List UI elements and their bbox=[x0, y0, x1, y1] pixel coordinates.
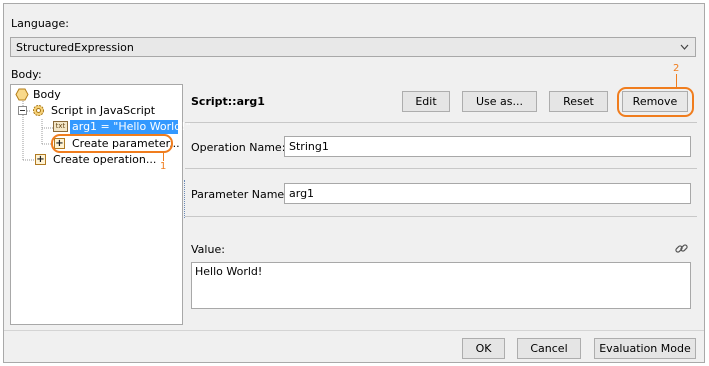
details-separator bbox=[185, 216, 697, 217]
value-text: Hello World! bbox=[195, 265, 263, 278]
tree-item-body[interactable]: Body bbox=[33, 88, 61, 101]
parameter-name-field[interactable]: arg1 bbox=[284, 183, 691, 204]
callout-1-leader bbox=[163, 153, 164, 161]
edit-button[interactable]: Edit bbox=[402, 91, 450, 112]
body-tree[interactable]: Body Script in JavaScript txt arg1 = "He… bbox=[10, 84, 191, 325]
splitter-handle[interactable] bbox=[184, 180, 185, 218]
tree-item-script[interactable]: Script in JavaScript bbox=[51, 104, 155, 117]
language-value: StructuredExpression bbox=[16, 41, 134, 54]
use-as-button[interactable]: Use as... bbox=[462, 91, 537, 112]
callout-1-number: 1 bbox=[160, 161, 167, 172]
callout-1-highlight bbox=[51, 134, 173, 153]
text-badge-icon: txt bbox=[53, 121, 68, 132]
details-title: Script::arg1 bbox=[191, 95, 265, 108]
cancel-button[interactable]: Cancel bbox=[517, 338, 581, 359]
tree-item-create-operation[interactable]: Create operation... bbox=[53, 153, 156, 166]
operation-name-label: Operation Name: bbox=[191, 141, 286, 154]
collapse-toggle[interactable] bbox=[18, 106, 27, 115]
operation-name-value: String1 bbox=[289, 140, 329, 153]
details-separator bbox=[185, 122, 697, 123]
add-icon: + bbox=[35, 154, 46, 165]
body-node-icon bbox=[15, 88, 29, 101]
evaluation-mode-button[interactable]: Evaluation Mode bbox=[594, 338, 696, 359]
value-label: Value: bbox=[191, 243, 225, 256]
footer-separator bbox=[4, 330, 704, 331]
language-select[interactable]: StructuredExpression bbox=[10, 37, 696, 57]
body-label: Body: bbox=[11, 68, 42, 81]
link-icon[interactable] bbox=[674, 241, 689, 256]
parameter-name-label: Parameter Name: bbox=[191, 188, 288, 201]
language-label: Language: bbox=[11, 17, 69, 30]
reset-button[interactable]: Reset bbox=[549, 91, 608, 112]
ok-button[interactable]: OK bbox=[462, 338, 505, 359]
callout-2-number: 2 bbox=[673, 63, 680, 74]
callout-2-leader bbox=[676, 74, 677, 87]
tree-item-arg1-selected[interactable]: arg1 = "Hello World!" bbox=[70, 120, 191, 134]
chevron-down-icon bbox=[680, 44, 689, 50]
tree-item-arg1-label: arg1 = "Hello World!" bbox=[72, 120, 191, 133]
callout-2-highlight bbox=[617, 87, 694, 117]
value-textarea[interactable]: Hello World! bbox=[191, 262, 691, 309]
details-separator bbox=[185, 168, 697, 169]
parameter-name-value: arg1 bbox=[289, 187, 315, 200]
gear-icon bbox=[33, 105, 44, 116]
operation-name-field[interactable]: String1 bbox=[284, 136, 691, 157]
